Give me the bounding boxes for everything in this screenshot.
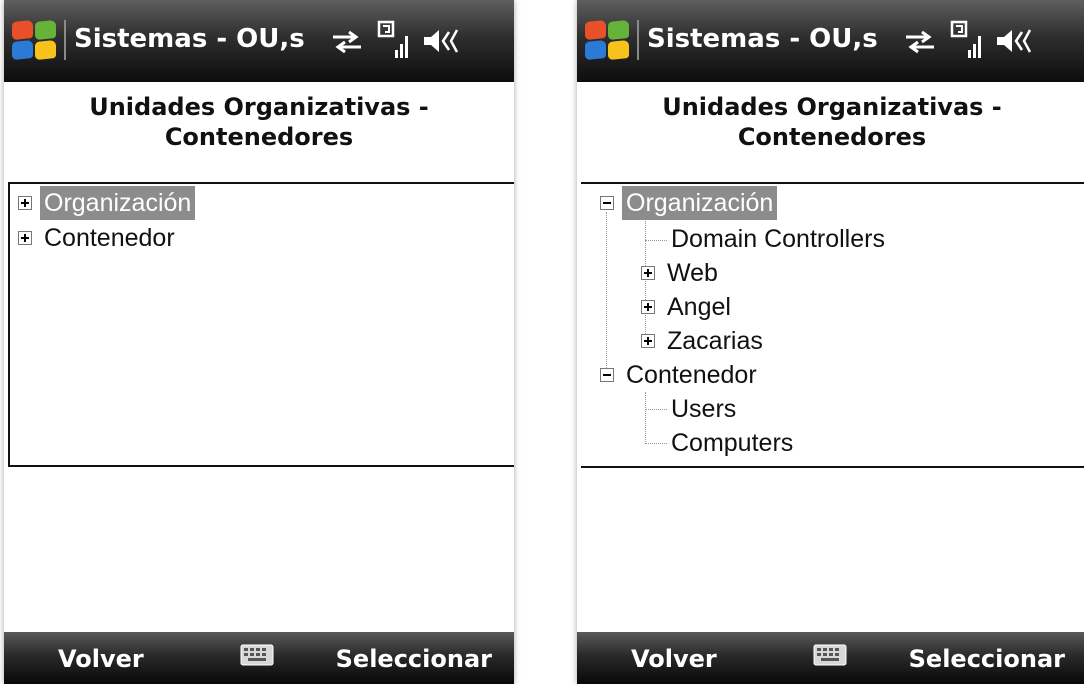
- title-bar: Sistemas - OU,s: [4, 0, 514, 82]
- title-separator: [637, 20, 639, 60]
- speaker-icon[interactable]: [421, 26, 465, 56]
- expand-icon[interactable]: [18, 196, 32, 210]
- tree-node-label: Web: [667, 259, 718, 287]
- start-icon[interactable]: [10, 18, 60, 62]
- title-separator: [64, 20, 66, 60]
- tree-connector-line: [645, 409, 667, 410]
- title-bar: Sistemas - OU,s: [577, 0, 1084, 82]
- start-icon[interactable]: [583, 18, 633, 62]
- tree-node-organizacion[interactable]: Organización: [18, 186, 318, 220]
- app-title: Sistemas - OU,s: [74, 24, 305, 54]
- device-screen-left: Sistemas - OU,s Unidades Organizativas -…: [4, 0, 514, 684]
- tree-node-label: Users: [671, 395, 737, 423]
- device-screen-right: Sistemas - OU,s Unidades Organizativas -…: [577, 0, 1084, 684]
- data-sync-icon[interactable]: [329, 30, 365, 54]
- tree-node-contenedor[interactable]: Contenedor: [18, 221, 318, 255]
- tree-node-organizacion[interactable]: Organización: [600, 186, 920, 220]
- keyboard-icon[interactable]: [240, 644, 274, 666]
- signal-icon[interactable]: [377, 20, 413, 60]
- speaker-icon[interactable]: [994, 26, 1038, 56]
- expand-icon[interactable]: [641, 266, 655, 280]
- collapse-icon[interactable]: [600, 196, 614, 210]
- tree-node-label: Organización: [622, 186, 778, 220]
- tree-node-web[interactable]: Web: [641, 256, 941, 290]
- softkey-bar: Volver Seleccionar: [4, 632, 514, 684]
- page-title: Unidades Organizativas - Contenedores: [4, 92, 514, 152]
- expand-icon[interactable]: [18, 231, 32, 245]
- tree-node-label: Contenedor: [44, 224, 175, 252]
- tree-node-zacarias[interactable]: Zacarias: [641, 324, 941, 358]
- tree-node-label: Contenedor: [626, 361, 757, 389]
- tree-node-label: Zacarias: [667, 327, 763, 355]
- softkey-bar: Volver Seleccionar: [577, 632, 1084, 684]
- page-title-line1: Unidades Organizativas -: [89, 93, 429, 121]
- tree-connector-line: [606, 212, 607, 382]
- tree-node-users[interactable]: Users: [671, 392, 971, 426]
- tree-connector-line: [645, 392, 646, 444]
- page-title-line1: Unidades Organizativas -: [662, 93, 1002, 121]
- tree-node-label: Domain Controllers: [671, 225, 885, 253]
- tree-node-angel[interactable]: Angel: [641, 290, 941, 324]
- tree-node-domain-controllers[interactable]: Domain Controllers: [671, 222, 991, 256]
- tree-node-computers[interactable]: Computers: [671, 426, 971, 460]
- back-button[interactable]: Volver: [631, 645, 717, 673]
- tree-node-label: Angel: [667, 293, 731, 321]
- select-button[interactable]: Seleccionar: [909, 645, 1065, 673]
- expand-icon[interactable]: [641, 300, 655, 314]
- app-title: Sistemas - OU,s: [647, 24, 878, 54]
- tree-node-label: Organización: [40, 186, 196, 220]
- status-icons: [329, 20, 509, 64]
- tree-connector-line: [645, 240, 667, 241]
- select-button[interactable]: Seleccionar: [336, 645, 492, 673]
- page-title-line2: Contenedores: [164, 123, 354, 151]
- tree-connector-line: [645, 443, 667, 444]
- expand-icon[interactable]: [641, 334, 655, 348]
- status-icons: [902, 20, 1082, 64]
- keyboard-icon[interactable]: [813, 644, 847, 666]
- page-title: Unidades Organizativas - Contenedores: [577, 92, 1084, 152]
- collapse-icon[interactable]: [600, 368, 614, 382]
- back-button[interactable]: Volver: [58, 645, 144, 673]
- tree-view[interactable]: Organización Domain Controllers Web Ange…: [581, 182, 1084, 468]
- signal-icon[interactable]: [950, 20, 986, 60]
- tree-node-label: Computers: [671, 429, 794, 457]
- page-title-line2: Contenedores: [737, 123, 927, 151]
- data-sync-icon[interactable]: [902, 30, 938, 54]
- tree-node-contenedor[interactable]: Contenedor: [600, 358, 900, 392]
- tree-view[interactable]: Organización Contenedor: [8, 182, 514, 467]
